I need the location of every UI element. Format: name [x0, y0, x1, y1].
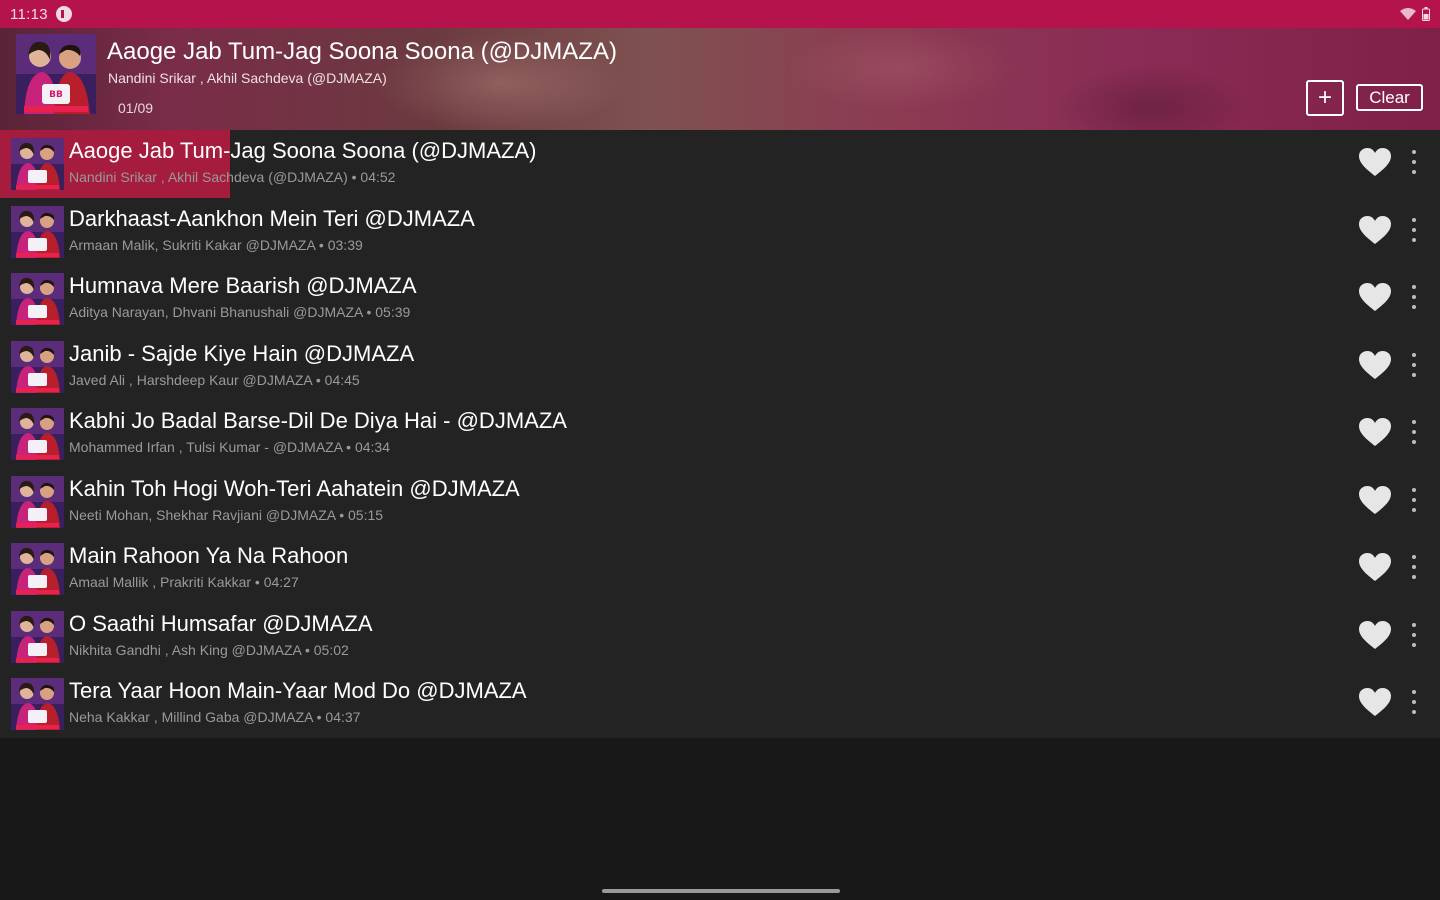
heart-icon[interactable]: [1358, 350, 1392, 380]
notification-icon: [55, 6, 72, 22]
track-counter: 01/09: [118, 100, 154, 116]
track-album-art: [11, 678, 64, 730]
track-album-art: [11, 610, 64, 663]
wifi-icon: [1400, 8, 1416, 20]
more-options-icon[interactable]: [1404, 217, 1424, 242]
track-row[interactable]: Humnava Mere Baarish @DJMAZA Aditya Nara…: [0, 265, 1440, 333]
track-album-art: [11, 205, 64, 258]
track-row[interactable]: Main Rahoon Ya Na Rahoon Amaal Mallik , …: [0, 535, 1440, 603]
track-row[interactable]: Kabhi Jo Badal Barse-Dil De Diya Hai - @…: [0, 400, 1440, 468]
track-subtitle: Armaan Malik, Sukriti Kakar @DJMAZA • 03…: [69, 236, 363, 253]
heart-icon[interactable]: [1358, 215, 1392, 245]
track-row[interactable]: Darkhaast-Aankhon Mein Teri @DJMAZA Arma…: [0, 198, 1440, 266]
track-title: Aaoge Jab Tum-Jag Soona Soona (@DJMAZA): [69, 138, 537, 163]
track-album-art: [11, 475, 64, 528]
clear-button[interactable]: Clear: [1356, 84, 1423, 111]
track-row[interactable]: Tera Yaar Hoon Main-Yaar Mod Do @DJMAZA …: [0, 670, 1440, 738]
track-subtitle: Aditya Narayan, Dhvani Bhanushali @DJMAZ…: [69, 304, 411, 320]
track-subtitle: Amaal Mallik , Prakriti Kakkar • 04:27: [69, 574, 299, 590]
add-button[interactable]: +: [1306, 80, 1344, 116]
heart-icon[interactable]: [1358, 147, 1392, 177]
battery-icon: [1422, 7, 1430, 21]
now-playing-title: Aaoge Jab Tum-Jag Soona Soona (@DJMAZA): [107, 38, 617, 65]
heart-icon[interactable]: [1358, 687, 1392, 717]
track-title: Kabhi Jo Badal Barse-Dil De Diya Hai - @…: [69, 408, 567, 433]
heart-icon[interactable]: [1358, 282, 1392, 312]
heart-icon[interactable]: [1358, 417, 1392, 447]
status-left: 11:13: [10, 6, 72, 23]
track-album-art: [11, 138, 64, 190]
album-art[interactable]: BB: [16, 34, 96, 114]
svg-text:BB: BB: [49, 90, 63, 100]
track-title: Humnava Mere Baarish @DJMAZA: [69, 273, 417, 298]
track-subtitle: Javed Ali , Harshdeep Kaur @DJMAZA • 04:…: [69, 371, 360, 388]
track-album-art: [11, 273, 64, 325]
track-title: Main Rahoon Ya Na Rahoon: [69, 543, 349, 568]
track-album-art: [11, 340, 64, 393]
track-album-art: [11, 543, 64, 595]
more-options-icon[interactable]: [1404, 487, 1424, 512]
track-title: Janib - Sajde Kiye Hain @DJMAZA: [69, 340, 415, 366]
track-title: O Saathi Humsafar @DJMAZA: [69, 610, 373, 636]
track-subtitle: Neha Kakkar , Millind Gaba @DJMAZA • 04:…: [69, 709, 361, 725]
status-time: 11:13: [10, 5, 48, 23]
track-row[interactable]: O Saathi Humsafar @DJMAZA Nikhita Gandhi…: [0, 603, 1440, 671]
track-list: Aaoge Jab Tum-Jag Soona Soona (@DJMAZA) …: [0, 130, 1440, 738]
track-row[interactable]: Janib - Sajde Kiye Hain @DJMAZA Javed Al…: [0, 333, 1440, 401]
more-options-icon[interactable]: [1404, 555, 1424, 579]
heart-icon[interactable]: [1358, 485, 1392, 515]
more-options-icon[interactable]: [1404, 622, 1424, 647]
status-right: [1400, 7, 1430, 21]
track-row[interactable]: Kahin Toh Hogi Woh-Teri Aahatein @DJMAZA…: [0, 468, 1440, 536]
more-options-icon[interactable]: [1404, 150, 1424, 174]
more-options-icon[interactable]: [1404, 352, 1424, 377]
track-row[interactable]: Aaoge Jab Tum-Jag Soona Soona (@DJMAZA) …: [0, 130, 1440, 198]
track-title: Darkhaast-Aankhon Mein Teri @DJMAZA: [69, 205, 475, 231]
heart-icon[interactable]: [1358, 620, 1392, 650]
more-options-icon[interactable]: [1404, 690, 1424, 714]
navigation-handle[interactable]: [602, 889, 840, 893]
track-subtitle: Neeti Mohan, Shekhar Ravjiani @DJMAZA • …: [69, 506, 384, 523]
track-subtitle: Nikhita Gandhi , Ash King @DJMAZA • 05:0…: [69, 641, 349, 658]
track-subtitle: Nandini Srikar , Akhil Sachdeva (@DJMAZA…: [69, 169, 396, 185]
track-title: Kahin Toh Hogi Woh-Teri Aahatein @DJMAZA: [69, 475, 520, 501]
track-album-art: [11, 408, 64, 460]
now-playing-header: BB Aaoge Jab Tum-Jag Soona Soona (@DJMAZ…: [0, 28, 1440, 130]
heart-icon[interactable]: [1358, 552, 1392, 582]
more-options-icon[interactable]: [1404, 285, 1424, 309]
now-playing-artist: Nandini Srikar , Akhil Sachdeva (@DJMAZA…: [108, 70, 387, 86]
more-options-icon[interactable]: [1404, 420, 1424, 444]
track-title: Tera Yaar Hoon Main-Yaar Mod Do @DJMAZA: [69, 678, 527, 703]
track-subtitle: Mohammed Irfan , Tulsi Kumar - @DJMAZA •…: [69, 439, 390, 455]
status-bar: 11:13: [0, 0, 1440, 28]
